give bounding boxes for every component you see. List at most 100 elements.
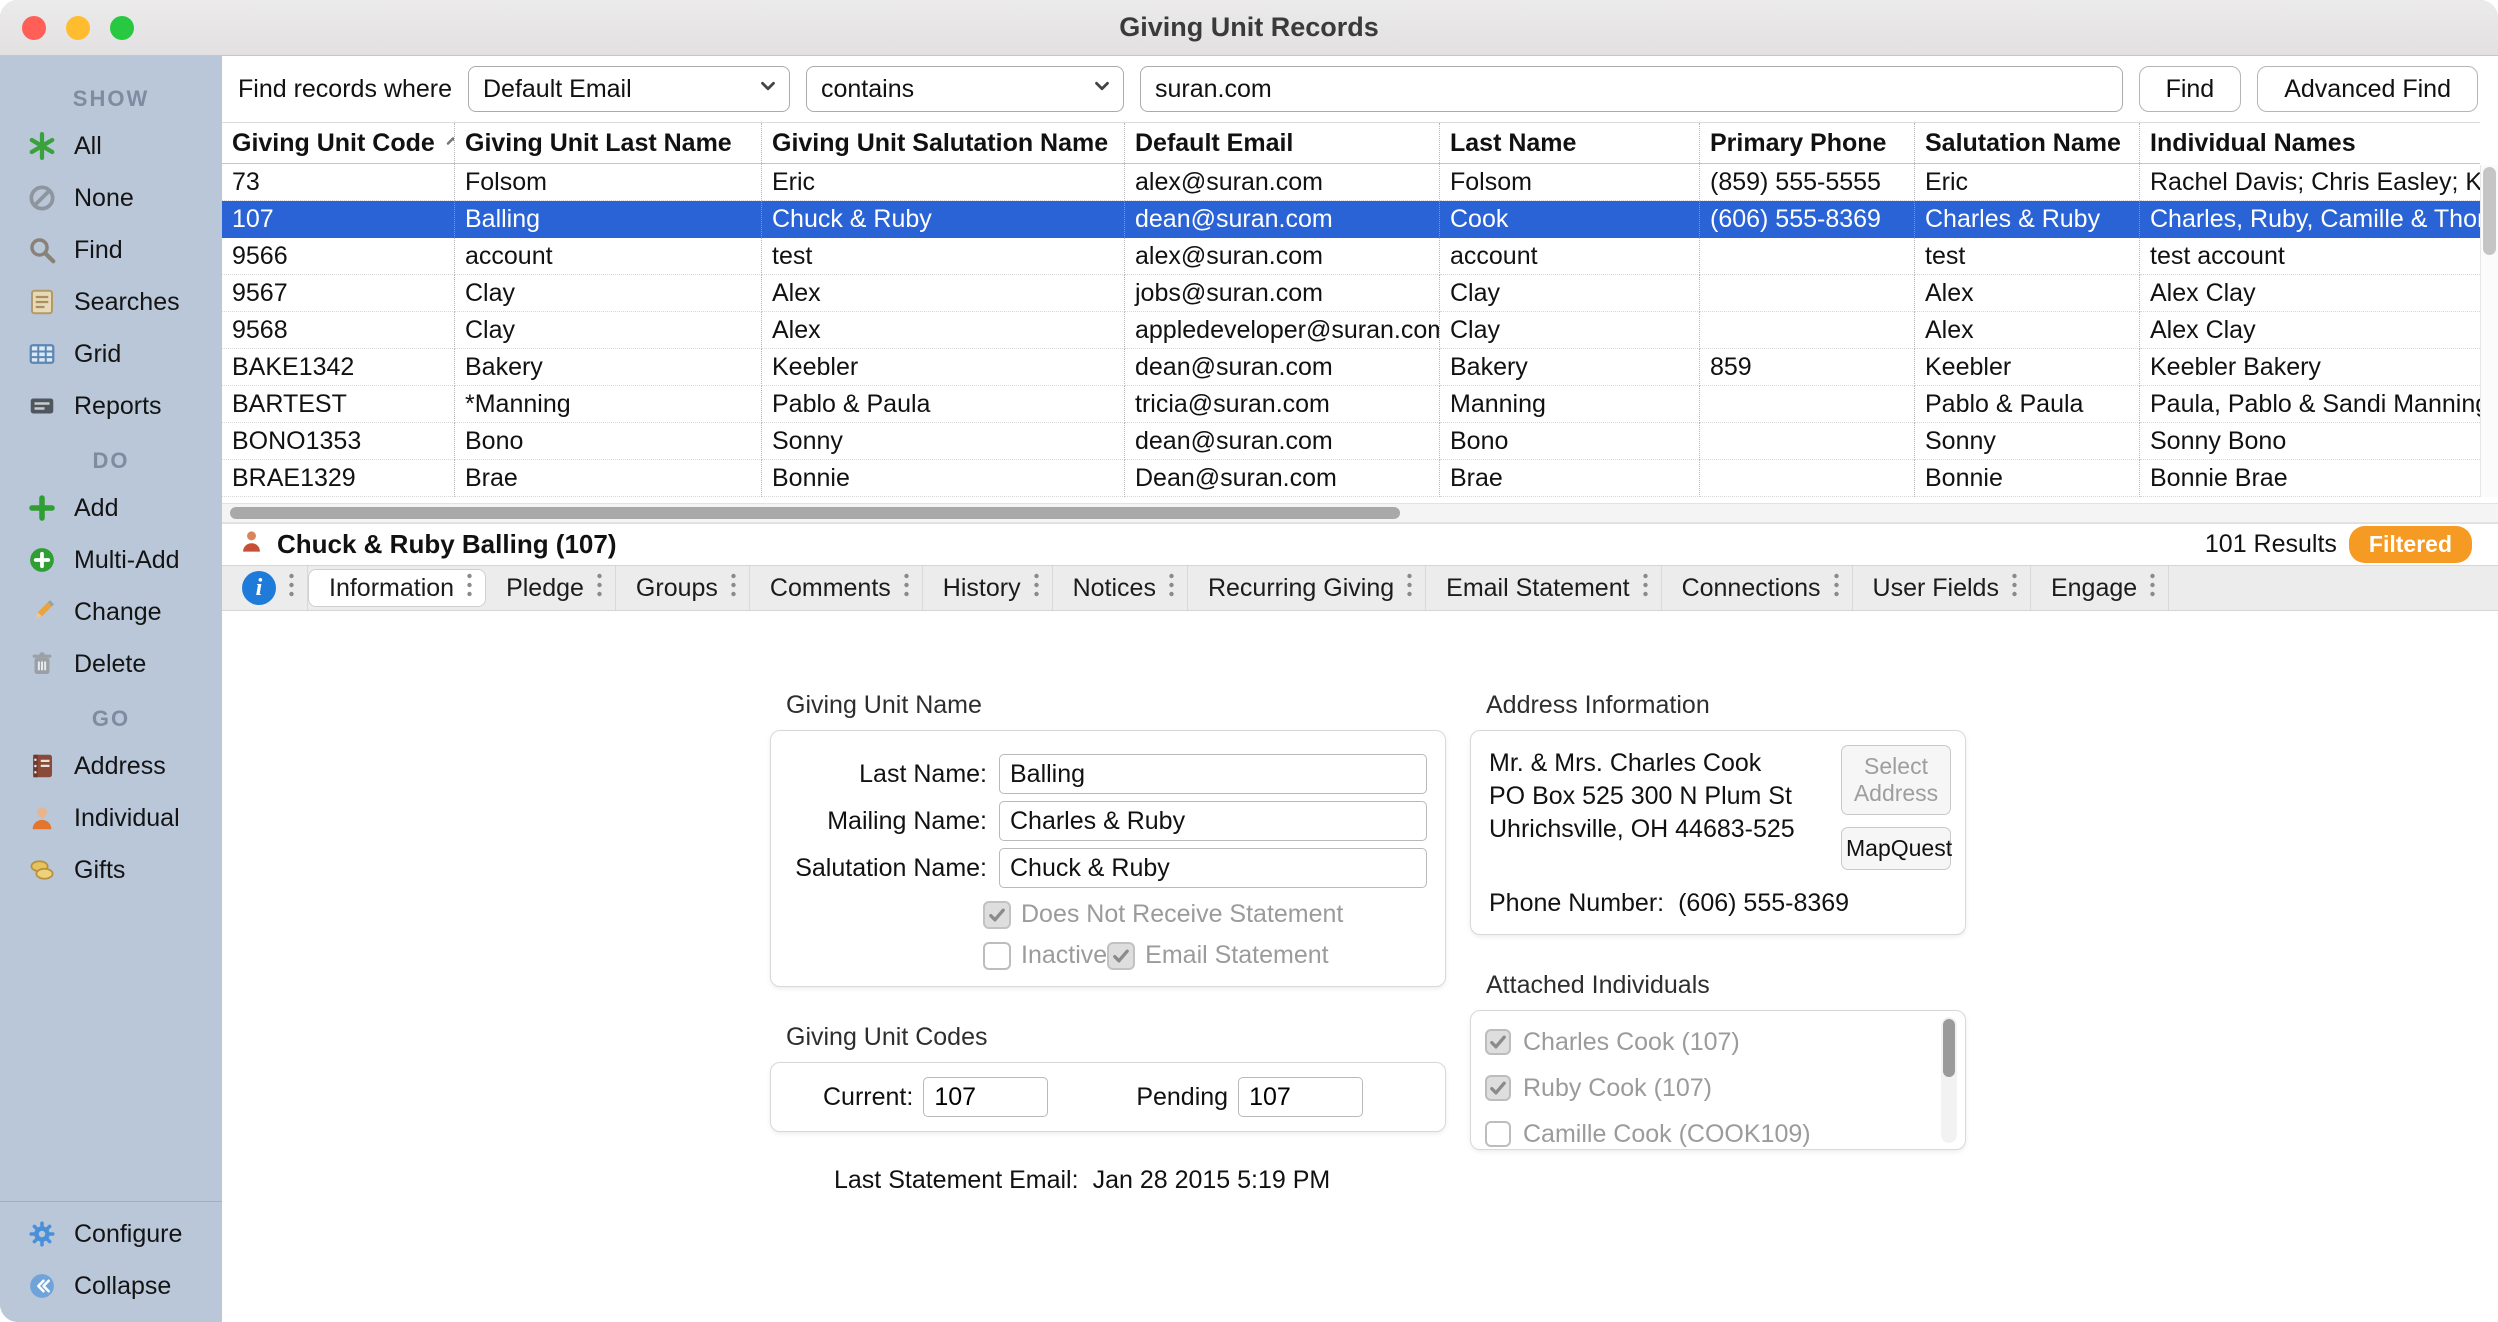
- sidebar-item-none[interactable]: None: [0, 172, 222, 224]
- cell: [1700, 312, 1915, 349]
- horizontal-scrollbar[interactable]: [222, 503, 2498, 523]
- tab-menu-dots-icon[interactable]: [466, 572, 473, 605]
- tab-menu-dots-icon[interactable]: [1168, 572, 1175, 605]
- cell: Rachel Davis; Chris Easley; Ke: [2140, 164, 2480, 201]
- pending-code-field[interactable]: [1238, 1077, 1363, 1117]
- cell: dean@suran.com: [1125, 423, 1440, 460]
- column-header-label: Last Name: [1450, 129, 1576, 158]
- vertical-scrollbar-thumb[interactable]: [2483, 167, 2496, 255]
- salutation-name-field[interactable]: [999, 848, 1427, 888]
- sidebar-item-gifts[interactable]: Gifts: [0, 844, 222, 896]
- tab-notices[interactable]: Notices: [1053, 566, 1188, 610]
- sidebar-item-searches[interactable]: Searches: [0, 276, 222, 328]
- vertical-scrollbar[interactable]: [2480, 165, 2498, 497]
- column-header-salutation-name[interactable]: Salutation Name: [1915, 123, 2140, 163]
- tab-connections[interactable]: Connections: [1662, 566, 1853, 610]
- tab-engage[interactable]: Engage: [2031, 566, 2169, 610]
- table-row[interactable]: 9567ClayAlexjobs@suran.comClayAlexAlex C…: [222, 275, 2480, 312]
- table-row[interactable]: BAKE1342BakeryKeeblerdean@suran.comBaker…: [222, 349, 2480, 386]
- tab-information[interactable]: Information: [308, 569, 486, 607]
- sidebar-item-multi-add[interactable]: Multi-Add: [0, 534, 222, 586]
- table-row[interactable]: 73FolsomEricalex@suran.comFolsom(859) 55…: [222, 164, 2480, 201]
- horizontal-scrollbar-thumb[interactable]: [230, 507, 1400, 519]
- cell: Clay: [455, 275, 762, 312]
- filtered-badge[interactable]: Filtered: [2349, 526, 2472, 563]
- attached-individual-row[interactable]: Camille Cook (COOK109): [1485, 1111, 1939, 1150]
- sidebar-item-find[interactable]: Find: [0, 224, 222, 276]
- attached-individual-label: Charles Cook (107): [1523, 1028, 1740, 1057]
- tab-menu-dots-icon[interactable]: [596, 572, 603, 605]
- close-window-button[interactable]: [22, 16, 46, 40]
- table-row[interactable]: 9566accounttestalex@suran.comaccounttest…: [222, 238, 2480, 275]
- column-header-primary-phone[interactable]: Primary Phone: [1700, 123, 1915, 163]
- column-header-default-email[interactable]: Default Email: [1125, 123, 1440, 163]
- zoom-window-button[interactable]: [110, 16, 134, 40]
- tab-comments[interactable]: Comments: [750, 566, 923, 610]
- tab-menu-dots-icon[interactable]: [903, 572, 910, 605]
- advanced-find-button[interactable]: Advanced Find: [2257, 66, 2478, 112]
- attached-list-scrollbar-thumb[interactable]: [1943, 1019, 1955, 1077]
- checkbox-inactive[interactable]: Inactive: [983, 941, 1107, 970]
- tab-history[interactable]: History: [923, 566, 1053, 610]
- table-row[interactable]: BRAE1329BraeBonnieDean@suran.comBraeBonn…: [222, 460, 2480, 497]
- field-select[interactable]: Default Email: [468, 66, 790, 112]
- column-header-last-name[interactable]: Last Name: [1440, 123, 1700, 163]
- table-row[interactable]: BARTEST*ManningPablo & Paulatricia@suran…: [222, 386, 2480, 423]
- tab-menu-dots-icon[interactable]: [1642, 572, 1649, 605]
- last-statement-email-value: Jan 28 2015 5:19 PM: [1093, 1166, 1331, 1195]
- tab-user-fields[interactable]: User Fields: [1853, 566, 2031, 610]
- find-button[interactable]: Find: [2139, 66, 2242, 112]
- sidebar-item-reports[interactable]: Reports: [0, 380, 222, 432]
- checkbox-label: Email Statement: [1145, 941, 1328, 970]
- asterisk-icon: [26, 131, 58, 161]
- attached-list-scrollbar[interactable]: [1941, 1017, 1957, 1143]
- table-row[interactable]: 9568ClayAlexappledeveloper@suran.comClay…: [222, 312, 2480, 349]
- sidebar-item-configure[interactable]: Configure: [0, 1208, 222, 1260]
- tab-menu-dots-icon[interactable]: [730, 572, 737, 605]
- column-header-giving-unit-salutation-name[interactable]: Giving Unit Salutation Name: [762, 123, 1125, 163]
- tab-menu-dots-icon[interactable]: [288, 572, 295, 605]
- column-header-individual-names[interactable]: Individual Names: [2140, 123, 2480, 163]
- tab-menu-dots-icon[interactable]: [1833, 572, 1840, 605]
- column-header-giving-unit-code[interactable]: Giving Unit Code: [222, 123, 455, 163]
- tab-groups[interactable]: Groups: [616, 566, 750, 610]
- tab-menu-dots-icon[interactable]: [1033, 572, 1040, 605]
- sidebar-item-change[interactable]: Change: [0, 586, 222, 638]
- sidebar-item-address[interactable]: Address: [0, 740, 222, 792]
- tab-pledge[interactable]: Pledge: [486, 566, 616, 610]
- tab-menu-dots-icon[interactable]: [1406, 572, 1413, 605]
- checkbox-box: [983, 901, 1011, 929]
- checkbox-does-not-receive-statement[interactable]: Does Not Receive Statement: [983, 900, 1413, 929]
- tab-recurring-giving[interactable]: Recurring Giving: [1188, 566, 1426, 610]
- minimize-window-button[interactable]: [66, 16, 90, 40]
- last-name-field[interactable]: [999, 754, 1427, 794]
- checkbox-email-statement[interactable]: Email Statement: [1107, 941, 1328, 970]
- attached-individual-row[interactable]: Charles Cook (107): [1485, 1019, 1939, 1065]
- mapquest-button[interactable]: MapQuest: [1841, 827, 1951, 870]
- search-query-input[interactable]: [1140, 66, 2123, 112]
- cell: Chuck & Ruby: [762, 201, 1125, 238]
- sidebar-item-add[interactable]: Add: [0, 482, 222, 534]
- tab-info[interactable]: i: [222, 566, 308, 610]
- tab-menu-dots-icon[interactable]: [2011, 572, 2018, 605]
- sidebar-item-label: Reports: [74, 392, 162, 421]
- tab-email-statement[interactable]: Email Statement: [1426, 566, 1661, 610]
- sidebar-item-individual[interactable]: Individual: [0, 792, 222, 844]
- current-code-field[interactable]: [923, 1077, 1048, 1117]
- giving-unit-codes-box: Current: Pending: [770, 1062, 1446, 1132]
- sidebar-item-label: All: [74, 132, 102, 161]
- column-header-giving-unit-last-name[interactable]: Giving Unit Last Name: [455, 123, 762, 163]
- table-row[interactable]: 107BallingChuck & Rubydean@suran.comCook…: [222, 201, 2480, 238]
- cell: Alex: [762, 275, 1125, 312]
- sidebar-item-collapse[interactable]: Collapse: [0, 1260, 222, 1312]
- sidebar-item-delete[interactable]: Delete: [0, 638, 222, 690]
- attached-individual-row[interactable]: Ruby Cook (107): [1485, 1065, 1939, 1111]
- table-row[interactable]: BONO1353BonoSonnydean@suran.comBonoSonny…: [222, 423, 2480, 460]
- sidebar-item-all[interactable]: All: [0, 120, 222, 172]
- mailing-name-field[interactable]: [999, 801, 1427, 841]
- cell: [1700, 275, 1915, 312]
- sidebar-item-grid[interactable]: Grid: [0, 328, 222, 380]
- operator-select[interactable]: contains: [806, 66, 1124, 112]
- select-address-button[interactable]: Select Address: [1841, 745, 1951, 815]
- tab-menu-dots-icon[interactable]: [2149, 572, 2156, 605]
